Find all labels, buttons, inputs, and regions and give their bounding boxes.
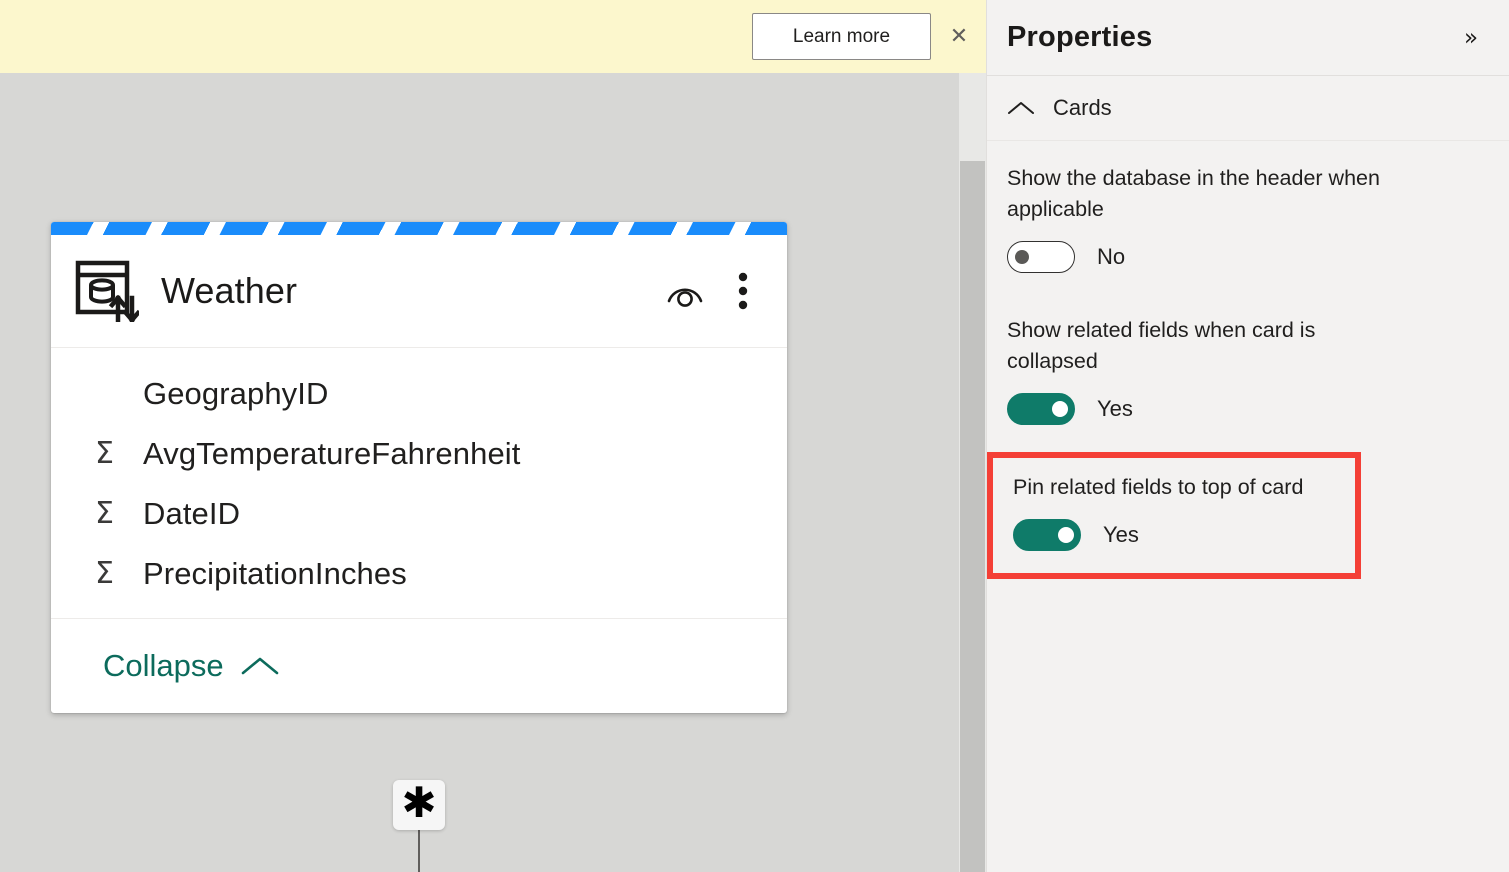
preview-eye-icon[interactable] [663, 269, 707, 313]
card-header[interactable]: Weather [51, 235, 787, 348]
card-selected-stripe [51, 222, 787, 235]
learn-more-button[interactable]: Learn more [752, 13, 931, 60]
card-header-actions [663, 269, 765, 313]
table-database-sync-icon [75, 260, 139, 322]
toggle-show-database-header[interactable] [1007, 241, 1075, 273]
property-toggle-row: Yes [1013, 519, 1355, 551]
card-footer: Collapse [51, 619, 787, 713]
field-aggregate-icon: Σ [95, 556, 114, 591]
close-icon[interactable]: ✕ [944, 21, 974, 51]
property-group-show-related-fields: Show related fields when card is collaps… [987, 273, 1509, 425]
notification-banner-content: Learn more ✕ [0, 0, 986, 73]
toggle-knob [1052, 401, 1068, 417]
property-label: Show related fields when card is collaps… [1007, 318, 1316, 373]
asterisk-icon: ✱ [401, 778, 437, 827]
property-label: Pin related fields to top of card [1013, 475, 1304, 499]
model-diagram-canvas[interactable]: Learn more ✕ Weather GeographyID Σ AvgTe… [0, 0, 986, 872]
property-toggle-row: Yes [1007, 393, 1489, 425]
toggle-value-label: Yes [1097, 396, 1133, 421]
card-title: Weather [161, 270, 298, 311]
field-name: DateID [143, 496, 241, 531]
toggle-show-related-fields[interactable] [1007, 393, 1075, 425]
field-name: AvgTemperatureFahrenheit [143, 436, 521, 471]
field-name: PrecipitationInches [143, 556, 407, 591]
property-group-pin-related-fields: Pin related fields to top of card Yes [993, 458, 1355, 551]
collapse-label: Collapse [103, 648, 224, 683]
toggle-value-label: No [1097, 244, 1126, 269]
toggle-knob [1058, 527, 1074, 543]
relationship-line[interactable] [418, 826, 420, 872]
chevron-double-right-icon[interactable]: » [1451, 18, 1491, 58]
property-label: Show the database in the header when app… [1007, 166, 1380, 221]
property-group-show-database-header: Show the database in the header when app… [987, 141, 1509, 273]
chevron-up-icon [240, 654, 280, 678]
section-header-cards[interactable]: Cards [987, 76, 1509, 141]
more-options-icon[interactable] [721, 269, 765, 313]
toggle-pin-related-fields[interactable] [1013, 519, 1081, 551]
properties-pane: Properties » Cards Show the database in … [986, 0, 1509, 872]
section-label: Cards [1053, 95, 1112, 120]
page-title: Properties [1007, 21, 1153, 53]
property-toggle-row: No [1007, 241, 1489, 273]
field-aggregate-icon: Σ [95, 496, 114, 531]
toggle-value-label: Yes [1103, 522, 1139, 547]
canvas-scrollbar-track[interactable] [959, 73, 986, 872]
field-aggregate-icon: Σ [95, 436, 114, 471]
field-row[interactable]: Σ AvgTemperatureFahrenheit [51, 424, 787, 484]
field-name: GeographyID [143, 376, 329, 411]
collapse-button[interactable]: Collapse [103, 648, 280, 684]
canvas-scrollbar-thumb[interactable] [960, 161, 985, 872]
highlight-annotation-box: Pin related fields to top of card Yes [987, 452, 1361, 579]
properties-pane-header: Properties » [987, 0, 1509, 76]
field-list: GeographyID Σ AvgTemperatureFahrenheit Σ… [51, 348, 787, 619]
chevron-up-icon [1001, 88, 1041, 128]
toggle-knob [1015, 250, 1029, 264]
relationship-cardinality-badge[interactable]: ✱ [393, 780, 445, 830]
field-row[interactable]: GeographyID [51, 364, 787, 424]
table-card-weather[interactable]: Weather GeographyID Σ AvgTemperatureFahr… [51, 222, 787, 713]
field-row[interactable]: Σ PrecipitationInches [51, 544, 787, 604]
notification-banner: Learn more ✕ [0, 0, 986, 73]
field-row[interactable]: Σ DateID [51, 484, 787, 544]
